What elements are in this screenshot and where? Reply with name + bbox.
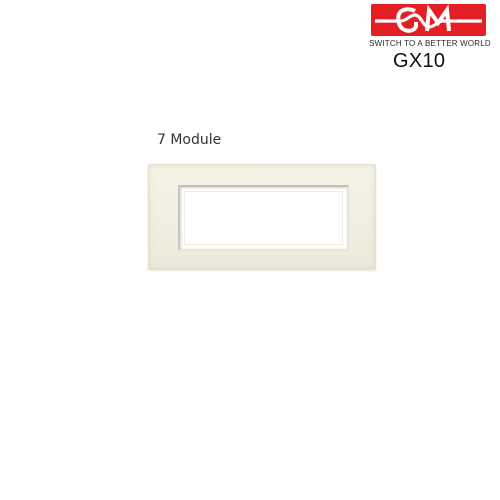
cover-plate [148, 164, 376, 270]
brand-tagline: SWITCH TO A BETTER WORLD [369, 39, 491, 48]
brand-logo: SWITCH TO A BETTER WORLD [364, 2, 494, 54]
module-label: 7 Module [157, 132, 222, 148]
plate-aperture-inner [184, 191, 343, 245]
model-code: GX10 [393, 50, 446, 72]
plate-aperture [178, 185, 349, 251]
gm-logo-mark [371, 4, 486, 36]
